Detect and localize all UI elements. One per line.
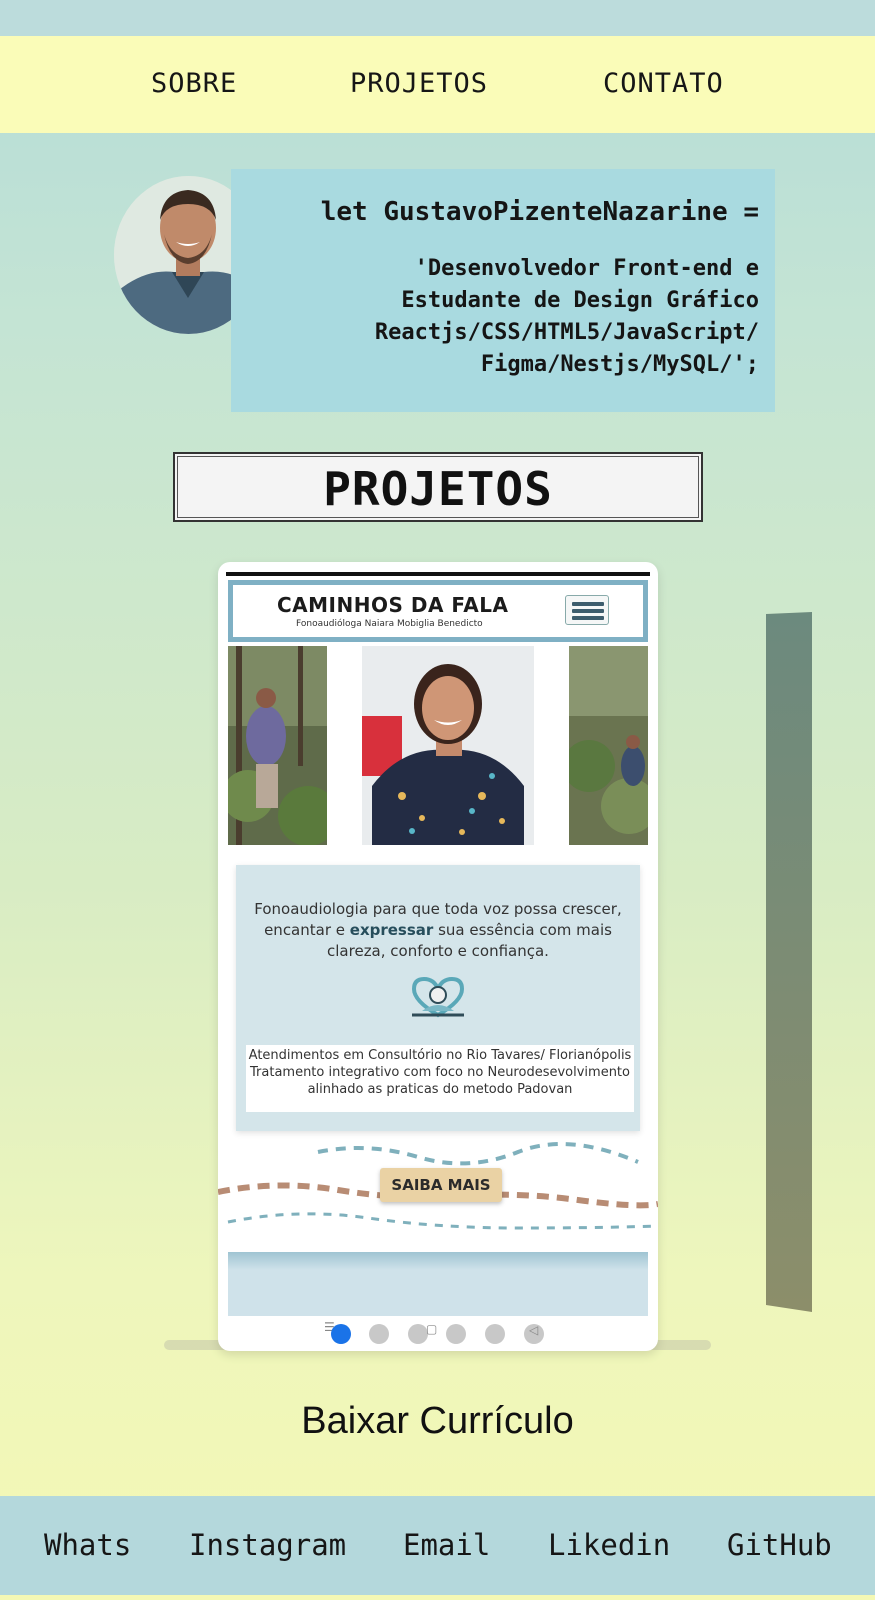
code-value: 'Desenvolvedor Front-end e Estudante de …: [239, 253, 759, 381]
slide-photo-forest-left: [228, 646, 327, 845]
slide-hero-card: Fonoaudiologia para que toda voz possa c…: [236, 865, 640, 1131]
slide-site-subtitle: Fonoaudióloga Naiara Mobiglia Benedicto: [296, 619, 483, 629]
projects-heading: PROJETOS: [323, 462, 553, 516]
code-declaration: let GustavoPizenteNazarine =: [320, 197, 759, 227]
nav-link-contato[interactable]: CONTATO: [603, 68, 724, 99]
code-line: Estudante de Design Gráfico: [401, 288, 759, 313]
slide-bottom-section: [228, 1252, 648, 1316]
carousel-dot[interactable]: [369, 1324, 389, 1344]
slide-site-title: CAMINHOS DA FALA: [277, 593, 509, 617]
slide-photo-forest-right: [569, 646, 648, 845]
download-cv-link[interactable]: Baixar Currículo: [0, 1400, 875, 1443]
slide-info-box: Atendimentos em Consultório no Rio Tavar…: [246, 1045, 634, 1112]
profile-code-box: let GustavoPizenteNazarine = 'Desenvolve…: [231, 169, 775, 412]
slide-site-header: CAMINHOS DA FALA Fonoaudióloga Naiara Mo…: [228, 580, 648, 642]
footer-link-github[interactable]: GitHub: [727, 1528, 832, 1562]
footer-link-whats[interactable]: Whats: [44, 1528, 131, 1562]
saiba-mais-button[interactable]: SAIBA MAIS: [380, 1168, 502, 1202]
heart-logo-icon: [408, 975, 468, 1021]
android-home-icon: ▢: [426, 1322, 438, 1336]
nav-link-sobre[interactable]: SOBRE: [151, 68, 237, 99]
carousel-dot[interactable]: [485, 1324, 505, 1344]
code-line: 'Desenvolvedor Front-end e: [414, 256, 759, 281]
next-project-slide-edge[interactable]: [766, 612, 812, 1312]
hamburger-menu-icon[interactable]: [565, 595, 609, 625]
phone-top-bar: [226, 572, 650, 576]
footer-link-linkedin[interactable]: Likedin: [548, 1528, 670, 1562]
code-line: Figma/Nestjs/MySQL/';: [480, 352, 759, 377]
projects-heading-box: PROJETOS: [173, 452, 703, 522]
android-back-icon: ◁: [529, 1323, 539, 1337]
carousel-dot[interactable]: [331, 1324, 351, 1344]
carousel-dot[interactable]: [408, 1324, 428, 1344]
carousel-pagination: ☰ ▢ ◁: [218, 1314, 658, 1346]
project-slide-screenshot[interactable]: CAMINHOS DA FALA Fonoaudióloga Naiara Mo…: [218, 562, 658, 1351]
footer-link-email[interactable]: Email: [403, 1528, 490, 1562]
top-strip: [0, 0, 875, 36]
navbar: SOBRE PROJETOS CONTATO: [0, 36, 875, 133]
carousel-dot[interactable]: [446, 1324, 466, 1344]
bottom-edge: [0, 1595, 875, 1600]
footer-link-instagram[interactable]: Instagram: [189, 1528, 346, 1562]
slide-hero-text: Fonoaudiologia para que toda voz possa c…: [254, 900, 622, 960]
nav-link-projetos[interactable]: PROJETOS: [350, 68, 488, 99]
code-line: Reactjs/CSS/HTML5/JavaScript/: [374, 320, 759, 345]
footer: Whats Instagram Email Likedin GitHub: [0, 1496, 875, 1595]
slide-photo-portrait: [362, 646, 534, 845]
